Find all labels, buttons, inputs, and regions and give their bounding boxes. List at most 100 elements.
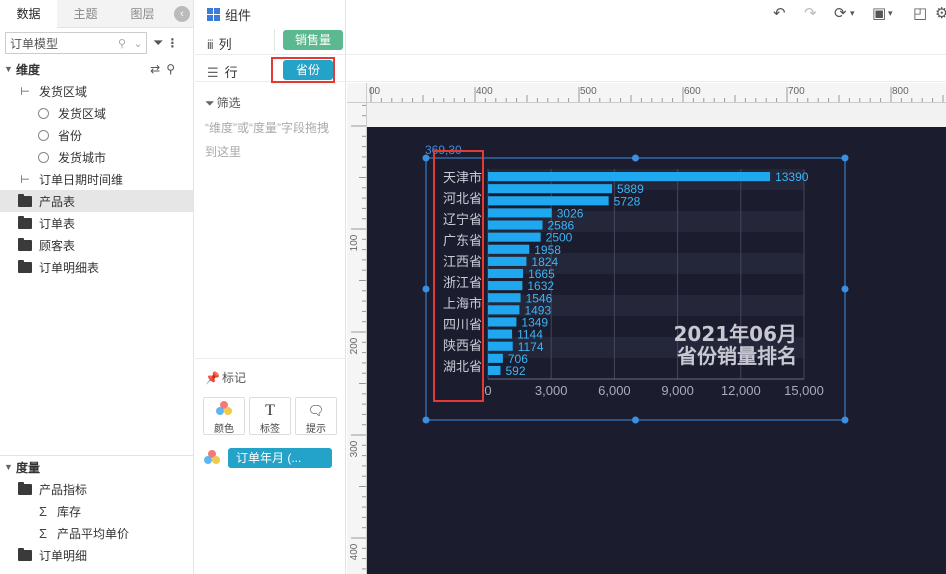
sigma-icon: Σ [38,525,48,541]
hierarchy-tool-icon[interactable]: ⇄ [150,62,166,76]
folder-icon [18,237,32,251]
divider [195,358,345,359]
bar [488,365,501,375]
x-tick-label: 9,000 [661,383,694,398]
bar [488,329,513,339]
ruler-label: 100 [349,234,360,251]
search-icon[interactable]: ⚲ [114,37,130,50]
mark-button-label: 标签 [260,424,280,435]
tree-item-order-detail-table[interactable]: 订单明细表 [0,256,193,278]
mark-title-label: 标记 [221,371,246,385]
data-label: 5728 [614,194,641,208]
tree-item-ship-city[interactable]: 发货城市 [0,146,193,168]
chevron-down-icon[interactable]: ⌄ [130,37,146,50]
tree-item-order-table[interactable]: 订单表 [0,212,193,234]
tree-item-label: 订单明细表 [39,260,100,275]
collapse-panel-icon[interactable]: ‹ [174,5,190,22]
x-tick-label: 12,000 [721,383,761,398]
bar [488,184,613,194]
tree-item-label: 发货区域 [58,106,107,121]
ruler-label: 400 [476,86,493,97]
chevron-down-icon: ▼ [4,462,13,472]
resize-handle [841,285,849,293]
data-label: 592 [505,364,525,378]
tree-item-label: 产品指标 [39,482,88,497]
settings-icon[interactable]: ⚙ [935,4,946,22]
resize-handle [841,154,849,162]
globe-icon [38,129,49,141]
dimension-header[interactable]: ▼ 维度 ⇄⚲ [0,58,193,80]
refresh-icon[interactable]: ⟳ [834,4,847,22]
tree-item-label: 订单明细 [39,548,88,563]
bar [488,172,771,182]
tree-item-product-table[interactable]: 产品表 [0,190,193,212]
color-field-pill[interactable]: 订单年月 (... [228,448,332,468]
y-category-label: 天津市 [443,170,482,186]
tree-item-customer-table[interactable]: 顾客表 [0,234,193,256]
bar [488,341,513,351]
folder-icon [18,193,32,207]
bar [488,244,530,254]
tab-theme[interactable]: 主题 [57,0,114,28]
resize-handle [632,416,639,424]
bar [488,256,527,266]
filter-icon[interactable]: ⏷ [153,35,163,51]
tree-item-order-detail[interactable]: 订单明细 [0,544,193,566]
ruler-left: 100 200 300 400 [347,103,367,574]
x-tick-label: 3,000 [535,383,568,398]
ruler-corner [347,83,367,103]
tree-item-ship-region[interactable]: ⊢ 发货区域 [0,80,193,102]
tree-item-product-metrics[interactable]: 产品指标 [0,478,193,500]
mark-button-label: 颜色 [214,424,234,435]
measure-header-label: 度量 [16,460,41,475]
bar [488,317,517,327]
undo-icon[interactable]: ↶ [773,4,786,22]
tab-data[interactable]: 数据 [0,0,57,28]
panel-tabs: 数据 主题 图层 ‹ [0,0,193,28]
tab-layers[interactable]: 图层 [114,0,171,28]
shelf-bar: 销售量 省份 [195,26,946,83]
globe-icon [38,151,49,163]
tree-item-label: 省份 [58,128,83,143]
hierarchy-icon: ⊢ [20,173,30,186]
tree-item-avg-price[interactable]: Σ 产品平均单价 [0,522,193,544]
redo-icon[interactable]: ↷ [804,4,817,22]
chart-title: 省份销量排名 [676,344,797,368]
filter-drop-zone[interactable]: “维度”或“度量”字段拖拽到这里 [205,116,335,164]
search-icon[interactable]: ⚲ [166,62,181,76]
save-icon[interactable]: ▣ [872,4,886,22]
y-category-label: 陕西省 [443,339,482,354]
bar [488,220,543,230]
y-category-label: 河北省 [443,192,482,207]
tree-item-province[interactable]: 省份 [0,124,193,146]
more-icon[interactable]: ⋮ [166,36,178,50]
tree-item-order-date[interactable]: ⊢ 订单日期时间维 [0,168,193,190]
column-pill-sales[interactable]: 销售量 [283,30,344,50]
ruler-label: 200 [349,337,360,354]
component-title: 组件 [207,5,251,24]
mark-color-button[interactable]: 颜色 [203,397,245,435]
tree-item-ship-region-field[interactable]: 发货区域 [0,102,193,124]
bar [488,232,541,242]
mark-title: 📌 标记 [205,369,246,386]
globe-icon [38,107,49,119]
model-select[interactable]: 订单模型 ⚲ ⌄ [5,32,147,54]
chevron-down-icon[interactable]: ▾ [850,8,855,19]
bar-chart[interactable]: 0 3,000 6,000 9,000 12,000 15,000133905889572… [367,127,946,574]
chevron-down-icon[interactable]: ▾ [888,8,893,19]
resize-handle [422,285,430,293]
mark-label-button[interactable]: T 标签 [249,397,291,435]
y-category-label: 四川省 [443,318,482,333]
tree-item-stock[interactable]: Σ 库存 [0,500,193,522]
preview-icon[interactable]: ◰ [913,4,927,22]
highlight-box [271,57,335,83]
bar [488,281,523,291]
mark-tooltip-button[interactable]: 🗨 提示 [295,397,337,435]
config-panel: 组件 iii 列 ☰ 行 ⏷ 筛选 “维度”或“度量”字段拖拽到这里 📌 标记 颜色 T… [195,0,346,574]
chart-stage[interactable]: 0 3,000 6,000 9,000 12,000 15,000 13390 5889 572… [367,127,946,574]
canvas-area: 400 500 600 700 800 00 100 200 300 400 0 3,000 6,0… [347,83,946,574]
component-title-label: 组件 [225,8,252,23]
pin-icon: 📌 [205,371,220,385]
measure-header[interactable]: ▼ 度量 [0,456,193,478]
mark-button-label: 提示 [306,424,326,435]
